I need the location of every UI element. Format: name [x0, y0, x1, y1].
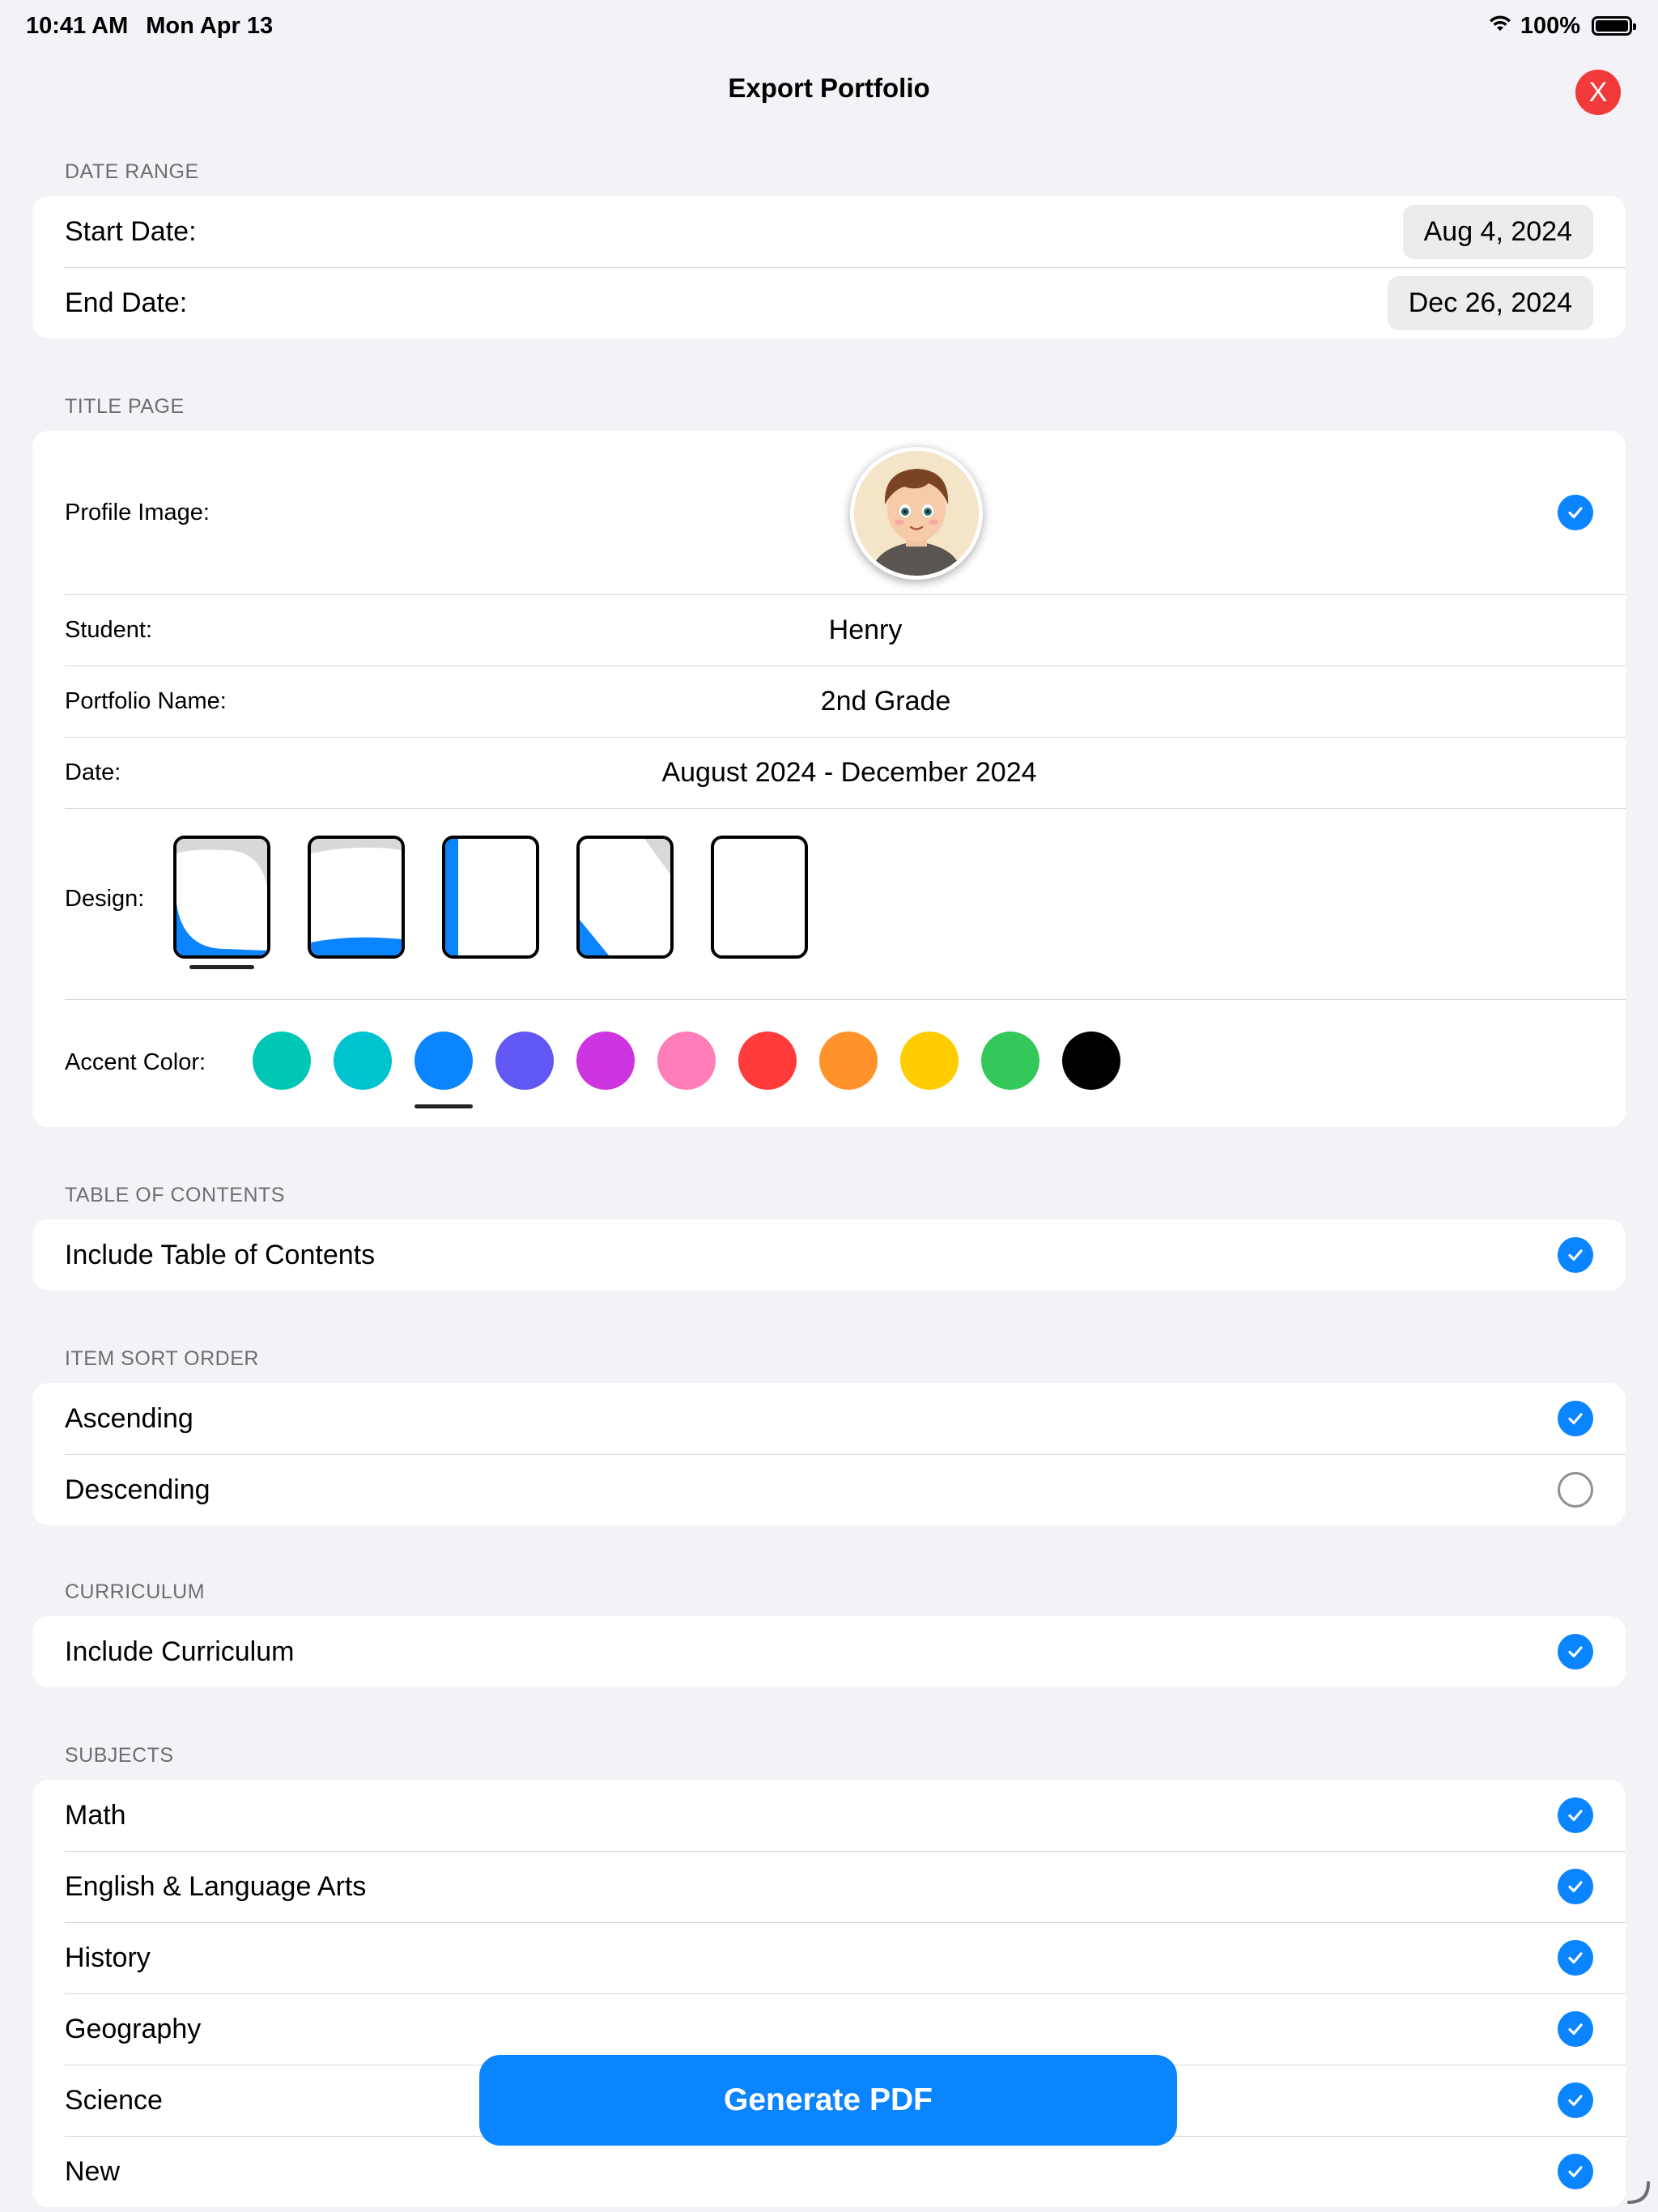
- design-label: Design:: [65, 886, 145, 912]
- accent-color-label: Accent Color:: [65, 1049, 206, 1075]
- student-row: Student: Henry: [32, 594, 1626, 666]
- design-selected-indicator: [189, 965, 254, 969]
- subject-row-history[interactable]: History: [32, 1922, 1626, 1993]
- end-date-label: End Date:: [65, 287, 188, 318]
- accent-color-swatch[interactable]: [900, 1032, 959, 1090]
- checkmark-icon: [1568, 1249, 1583, 1261]
- subject-row-english[interactable]: English & Language Arts: [32, 1851, 1626, 1922]
- accent-color-swatch[interactable]: [495, 1032, 554, 1090]
- subject-label: Science: [65, 2084, 163, 2116]
- checkmark-icon: [1568, 1413, 1583, 1425]
- accent-color-swatch[interactable]: [334, 1032, 392, 1090]
- section-header-title-page: TITLE PAGE: [65, 395, 185, 418]
- accent-color-swatch[interactable]: [657, 1032, 716, 1090]
- subject-check[interactable]: [1558, 2082, 1593, 2118]
- student-value[interactable]: Henry: [105, 615, 1626, 646]
- checkmark-icon: [1568, 1810, 1583, 1822]
- generate-pdf-button[interactable]: Generate PDF: [479, 2055, 1177, 2146]
- subject-label: Geography: [65, 2013, 202, 2044]
- design-option-side-bar[interactable]: [442, 836, 539, 959]
- start-date-row: Start Date: Aug 4, 2024: [32, 196, 1626, 267]
- checkmark-icon: [1568, 1881, 1583, 1893]
- accent-color-swatch[interactable]: [738, 1032, 797, 1090]
- subject-check[interactable]: [1558, 1869, 1593, 1904]
- include-curriculum-check[interactable]: [1558, 1634, 1593, 1670]
- battery-percent: 100%: [1520, 12, 1580, 39]
- curriculum-card: Include Curriculum: [32, 1616, 1626, 1687]
- end-date-picker[interactable]: Dec 26, 2024: [1387, 275, 1593, 330]
- page-title: Export Portfolio: [728, 73, 930, 103]
- sort-ascending-row[interactable]: Ascending: [32, 1383, 1626, 1454]
- accent-color-swatch[interactable]: [576, 1032, 635, 1090]
- accent-color-row: Accent Color:: [32, 999, 1626, 1127]
- checkmark-icon: [1568, 507, 1583, 519]
- checkmark-icon: [1568, 2023, 1583, 2035]
- include-curriculum-label: Include Curriculum: [65, 1636, 295, 1667]
- subject-check[interactable]: [1558, 1797, 1593, 1833]
- section-header-date-range: DATE RANGE: [65, 160, 199, 183]
- title-page-card: Profile Image: Student: Henry Portfolio …: [32, 431, 1626, 1127]
- profile-image-check[interactable]: [1558, 495, 1593, 530]
- include-curriculum-row[interactable]: Include Curriculum: [32, 1616, 1626, 1687]
- section-header-sort-order: ITEM SORT ORDER: [65, 1347, 259, 1370]
- subject-label: Math: [65, 1799, 126, 1831]
- portfolio-name-value[interactable]: 2nd Grade: [146, 686, 1626, 717]
- table-of-contents-card: Include Table of Contents: [32, 1219, 1626, 1291]
- checkmark-icon: [1568, 1952, 1583, 1964]
- design-option-corner-wave[interactable]: [173, 836, 270, 959]
- title-date-value[interactable]: August 2024 - December 2024: [73, 757, 1626, 789]
- close-icon: X: [1588, 76, 1608, 108]
- avatar[interactable]: [850, 447, 983, 580]
- end-date-row: End Date: Dec 26, 2024: [32, 267, 1626, 338]
- sort-descending-label: Descending: [65, 1474, 210, 1505]
- portfolio-name-row: Portfolio Name: 2nd Grade: [32, 666, 1626, 737]
- checkmark-icon: [1568, 2166, 1583, 2178]
- subject-check[interactable]: [1558, 2154, 1593, 2189]
- accent-color-swatch[interactable]: [981, 1032, 1039, 1090]
- status-date: Mon Apr 13: [146, 12, 274, 39]
- profile-image-row: Profile Image:: [32, 431, 1626, 594]
- status-bar: 10:41 AM Mon Apr 13 100%: [0, 0, 1658, 52]
- accent-color-swatch[interactable]: [253, 1032, 311, 1090]
- accent-selected-indicator: [414, 1104, 473, 1108]
- section-header-subjects: SUBJECTS: [65, 1744, 174, 1767]
- sort-ascending-label: Ascending: [65, 1402, 193, 1434]
- include-toc-check[interactable]: [1558, 1237, 1593, 1273]
- status-time: 10:41 AM: [26, 12, 129, 39]
- sort-order-card: Ascending Descending: [32, 1383, 1626, 1525]
- battery-icon: [1592, 16, 1636, 36]
- subject-label: History: [65, 1942, 151, 1973]
- profile-image-label: Profile Image:: [65, 499, 210, 525]
- section-header-table-of-contents: TABLE OF CONTENTS: [65, 1184, 285, 1206]
- start-date-label: Start Date:: [65, 215, 197, 247]
- subject-label: New: [65, 2155, 121, 2187]
- sort-descending-radio[interactable]: [1558, 1472, 1593, 1508]
- subject-row-new[interactable]: New: [32, 2136, 1626, 2207]
- accent-color-swatch[interactable]: [414, 1032, 473, 1090]
- checkmark-icon: [1568, 1646, 1583, 1658]
- design-option-plain[interactable]: [711, 836, 808, 959]
- subject-check[interactable]: [1558, 2011, 1593, 2047]
- section-header-curriculum: CURRICULUM: [65, 1580, 206, 1603]
- resize-handle-icon[interactable]: [1624, 2178, 1653, 2207]
- title-date-row: Date: August 2024 - December 2024: [32, 737, 1626, 808]
- include-toc-label: Include Table of Contents: [65, 1239, 376, 1270]
- sort-ascending-check[interactable]: [1558, 1401, 1593, 1436]
- accent-color-swatch[interactable]: [1062, 1032, 1120, 1090]
- subject-row-math[interactable]: Math: [32, 1780, 1626, 1851]
- include-toc-row[interactable]: Include Table of Contents: [32, 1219, 1626, 1291]
- start-date-picker[interactable]: Aug 4, 2024: [1402, 204, 1593, 259]
- accent-color-swatch[interactable]: [819, 1032, 878, 1090]
- subject-check[interactable]: [1558, 1940, 1593, 1976]
- close-button[interactable]: X: [1575, 70, 1621, 115]
- subject-label: English & Language Arts: [65, 1870, 367, 1902]
- design-option-diagonal-corner[interactable]: [576, 836, 674, 959]
- design-option-bottom-wave[interactable]: [308, 836, 405, 959]
- checkmark-icon: [1568, 2095, 1583, 2107]
- subject-row-geography[interactable]: Geography: [32, 1993, 1626, 2065]
- date-range-card: Start Date: Aug 4, 2024 End Date: Dec 26…: [32, 196, 1626, 338]
- design-row: Design:: [32, 808, 1626, 999]
- wifi-icon: [1488, 13, 1512, 40]
- sort-descending-row[interactable]: Descending: [32, 1454, 1626, 1525]
